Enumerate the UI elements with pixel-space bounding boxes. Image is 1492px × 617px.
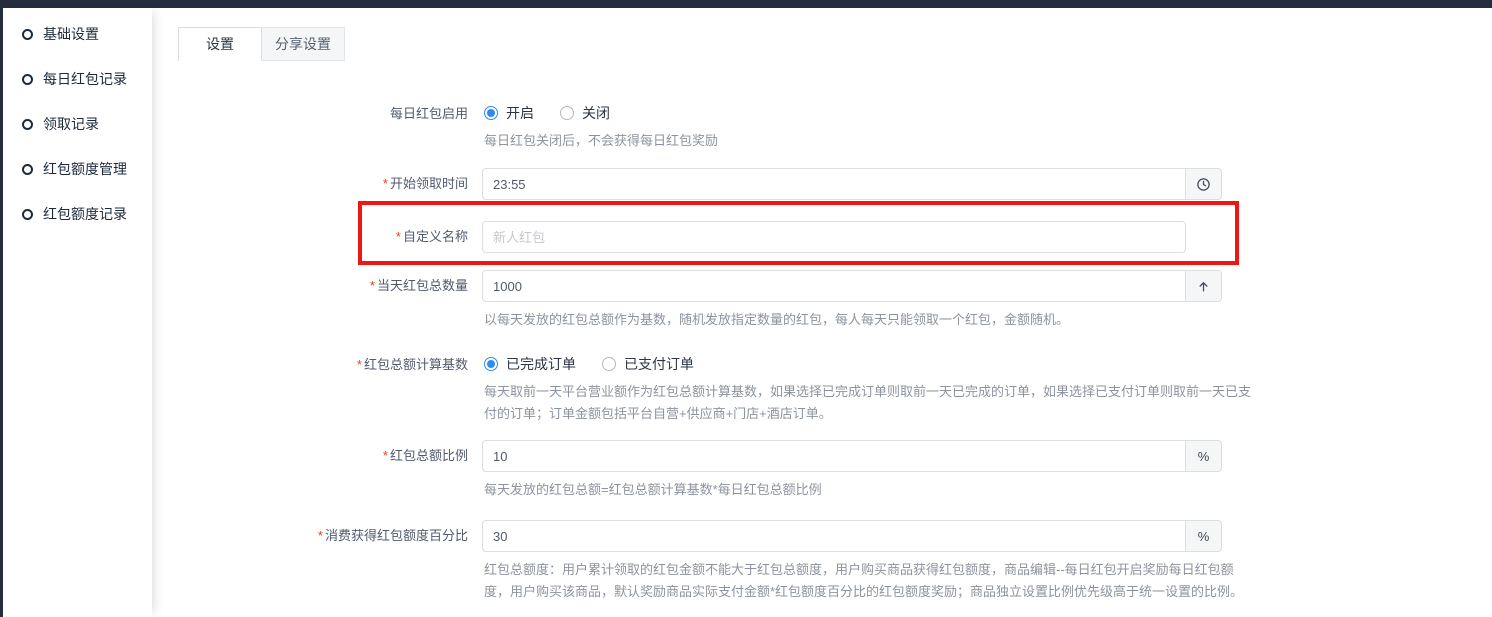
radio-paid-orders[interactable] [602,357,616,371]
help-daily-count: 以每天发放的红包总额作为基数，随机发放指定数量的红包，每人每天只能领取一个红包，… [484,309,1069,331]
sidebar-item-daily-redpacket-record[interactable]: 每日红包记录 [22,69,127,89]
label-total-ratio: 红包总额比例 [258,448,468,464]
sidebar-item-label: 每日红包记录 [43,69,127,89]
label-daily-count: 当天红包总数量 [258,278,468,294]
start-time-input[interactable] [483,169,1185,199]
circle-icon [22,74,33,85]
sidebar-item-quota-record[interactable]: 红包额度记录 [22,204,127,224]
stepper-up-button[interactable] [1185,271,1221,301]
radio-on-selected[interactable] [484,106,498,120]
label-calc-base: 红包总额计算基数 [258,357,468,373]
label-daily-enable: 每日红包启用 [258,106,468,122]
label-start-time: 开始领取时间 [258,176,468,192]
consume-percent-field: % [482,520,1222,552]
help-consume-percent: 红包总额度：用户累计领取的红包金额不能大于红包总额度，用户购买商品获得红包额度，… [484,559,1254,603]
app-window: 基础设置 每日红包记录 领取记录 红包额度管理 红包额度记录 设置 分享设置 每… [0,0,1492,617]
label-custom-name: 自定义名称 [258,229,468,245]
sidebar-item-label: 红包额度记录 [43,204,127,224]
circle-icon [22,119,33,130]
radio-completed-orders-label[interactable]: 已完成订单 [506,354,576,374]
tab-bar: 设置 分享设置 [178,27,345,61]
radio-group-calc-base: 已完成订单 已支付订单 [484,355,720,373]
arrow-up-icon [1196,279,1211,294]
percent-suffix: % [1185,441,1221,471]
start-time-field [482,168,1222,200]
percent-suffix: % [1185,521,1221,551]
total-ratio-field: % [482,440,1222,472]
circle-icon [22,209,33,220]
circle-icon [22,29,33,40]
sidebar-item-claim-record[interactable]: 领取记录 [22,114,99,134]
custom-name-field [482,221,1186,253]
radio-paid-orders-label[interactable]: 已支付订单 [624,354,694,374]
radio-off-label[interactable]: 关闭 [582,103,610,123]
tab-share-settings[interactable]: 分享设置 [262,27,345,61]
radio-off[interactable] [560,106,574,120]
daily-count-field [482,270,1222,302]
radio-group-daily-enable: 开启 关闭 [484,104,636,122]
sidebar: 基础设置 每日红包记录 领取记录 红包额度管理 红包额度记录 [3,8,152,617]
help-total-ratio: 每天发放的红包总额=红包总额计算基数*每日红包总额比例 [484,479,822,501]
sidebar-item-label: 红包额度管理 [43,159,127,179]
radio-completed-orders-selected[interactable] [484,357,498,371]
tab-settings[interactable]: 设置 [178,27,262,61]
total-ratio-input[interactable] [483,441,1185,471]
radio-on-label[interactable]: 开启 [506,103,534,123]
sidebar-item-quota-management[interactable]: 红包额度管理 [22,159,127,179]
sidebar-item-label: 领取记录 [43,114,99,134]
sidebar-item-label: 基础设置 [43,24,99,44]
consume-percent-input[interactable] [483,521,1185,551]
circle-icon [22,164,33,175]
time-picker-button[interactable] [1185,169,1221,199]
sidebar-item-basic-settings[interactable]: 基础设置 [22,24,99,44]
top-accent-bar [0,0,1492,8]
label-consume-percent: 消费获得红包额度百分比 [258,528,468,544]
help-daily-enable: 每日红包关闭后，不会获得每日红包奖励 [484,130,718,152]
clock-icon [1196,177,1211,192]
help-calc-base: 每天取前一天平台营业额作为红包总额计算基数，如果选择已完成订单则取前一天已完成的… [484,381,1254,425]
daily-count-input[interactable] [483,271,1185,301]
custom-name-input[interactable] [483,222,1185,252]
